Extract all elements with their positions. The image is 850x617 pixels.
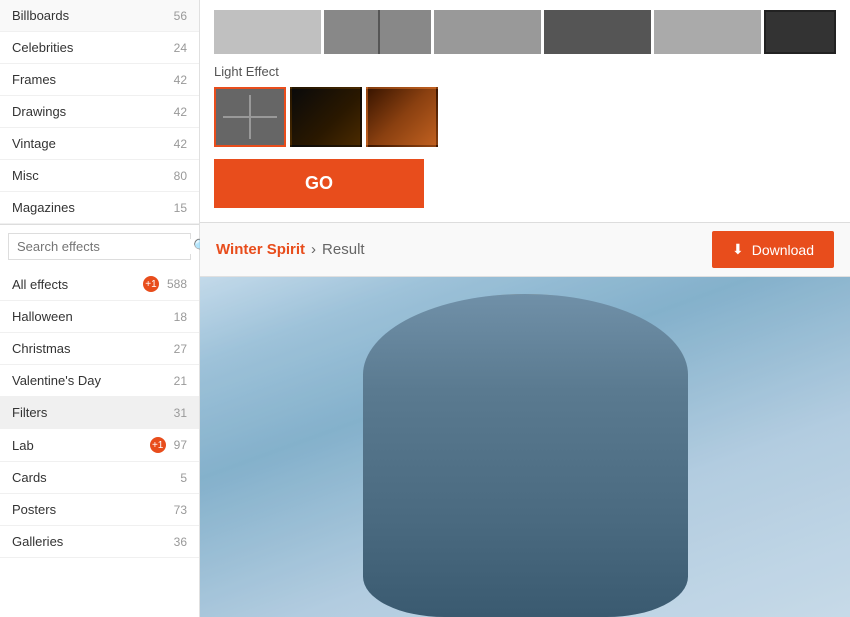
sidebar-item-count: 5 (180, 471, 187, 485)
download-icon: ⬇ (732, 241, 744, 258)
sidebar-item-drawings[interactable]: Drawings 42 (0, 96, 199, 128)
sidebar-item-count: 21 (174, 374, 187, 388)
sidebar-item-count: 97 (174, 438, 187, 452)
thumb-3[interactable] (434, 10, 541, 54)
sidebar-item-label: Vintage (12, 136, 56, 151)
sidebar-item-count: 42 (174, 105, 187, 119)
sidebar-item-posters[interactable]: Posters 73 (0, 494, 199, 526)
thumb-4[interactable] (544, 10, 651, 54)
sidebar-item-label: Lab (12, 438, 34, 453)
sidebar-item-christmas[interactable]: Christmas 27 (0, 333, 199, 365)
bottom-area: Winter Spirit › Result ⬇ Download (200, 223, 850, 617)
sidebar-item-label: Misc (12, 168, 39, 183)
sidebar-item-lab[interactable]: Lab +1 97 (0, 429, 199, 462)
sidebar-item-count: 36 (174, 535, 187, 549)
sidebar-item-label: Frames (12, 72, 56, 87)
light-thumb-glow[interactable] (290, 87, 362, 147)
sidebar-item-count: 15 (174, 201, 187, 215)
sidebar-item-label: Posters (12, 502, 56, 517)
sidebar-item-cards[interactable]: Cards 5 (0, 462, 199, 494)
sidebar-item-label: Galleries (12, 534, 63, 549)
download-label: Download (752, 242, 814, 258)
result-image-area (200, 277, 850, 617)
sidebar-item-all-effects[interactable]: All effects +1 588 (0, 268, 199, 301)
sidebar-item-label: Drawings (12, 104, 66, 119)
search-input[interactable] (17, 239, 193, 254)
sidebar-item-label: Celebrities (12, 40, 73, 55)
sidebar-item-filters[interactable]: Filters 31 (0, 397, 199, 429)
sidebar-item-label: Filters (12, 405, 47, 420)
sidebar-item-label: Halloween (12, 309, 73, 324)
sidebar-item-halloween[interactable]: Halloween 18 (0, 301, 199, 333)
sidebar-item-count: 56 (174, 9, 187, 23)
sidebar-item-count: 42 (174, 73, 187, 87)
download-button[interactable]: ⬇ Download (712, 231, 834, 268)
thumb-1[interactable] (214, 10, 321, 54)
sidebar-item-frames[interactable]: Frames 42 (0, 64, 199, 96)
badge-all-effects: +1 (143, 276, 159, 292)
thumbnail-row (214, 10, 836, 54)
sidebar-item-count: 31 (174, 406, 187, 420)
light-effect-row (214, 87, 836, 147)
result-main: Winter Spirit › Result ⬇ Download (200, 223, 850, 617)
sidebar-item-galleries[interactable]: Galleries 36 (0, 526, 199, 558)
breadcrumb-separator: › (311, 241, 316, 258)
sidebar-item-count: 80 (174, 169, 187, 183)
light-thumb-warm[interactable] (366, 87, 438, 147)
download-bar: Winter Spirit › Result ⬇ Download (200, 223, 850, 277)
breadcrumb-link[interactable]: Winter Spirit (216, 241, 305, 258)
sidebar-item-count: 73 (174, 503, 187, 517)
sidebar-item-label: Valentine's Day (12, 373, 101, 388)
sidebar-item-billboards[interactable]: Billboards 56 (0, 0, 199, 32)
sidebar-item-label: Cards (12, 470, 47, 485)
sidebar-item-label: Magazines (12, 200, 75, 215)
light-effect-label: Light Effect (214, 64, 836, 79)
sidebar-item-magazines[interactable]: Magazines 15 (0, 192, 199, 224)
sidebar-item-misc[interactable]: Misc 80 (0, 160, 199, 192)
sidebar-item-valentines[interactable]: Valentine's Day 21 (0, 365, 199, 397)
badge-lab: +1 (150, 437, 166, 453)
sidebar-item-celebrities[interactable]: Celebrities 24 (0, 32, 199, 64)
top-controls: Light Effect GO (200, 0, 850, 223)
search-bar[interactable]: 🔍 (8, 233, 191, 260)
go-button[interactable]: GO (214, 159, 424, 208)
sidebar-right: +1 588 (143, 276, 187, 292)
sidebar-item-label: All effects (12, 277, 68, 292)
result-photo (200, 277, 850, 617)
thumb-5[interactable] (654, 10, 761, 54)
sidebar-right: +1 97 (150, 437, 187, 453)
sidebar-item-count: 588 (167, 277, 187, 291)
breadcrumb-current: Result (322, 241, 365, 258)
thumb-2[interactable] (324, 10, 431, 54)
sidebar-item-label: Christmas (12, 341, 71, 356)
thumb-6[interactable] (764, 10, 836, 54)
sidebar-item-label: Billboards (12, 8, 69, 23)
sidebar-item-vintage[interactable]: Vintage 42 (0, 128, 199, 160)
sidebar-item-count: 42 (174, 137, 187, 151)
sidebar-item-count: 27 (174, 342, 187, 356)
breadcrumb: Winter Spirit › Result (216, 241, 365, 258)
sidebar-item-count: 24 (174, 41, 187, 55)
sidebar-item-count: 18 (174, 310, 187, 324)
light-thumb-none[interactable] (214, 87, 286, 147)
